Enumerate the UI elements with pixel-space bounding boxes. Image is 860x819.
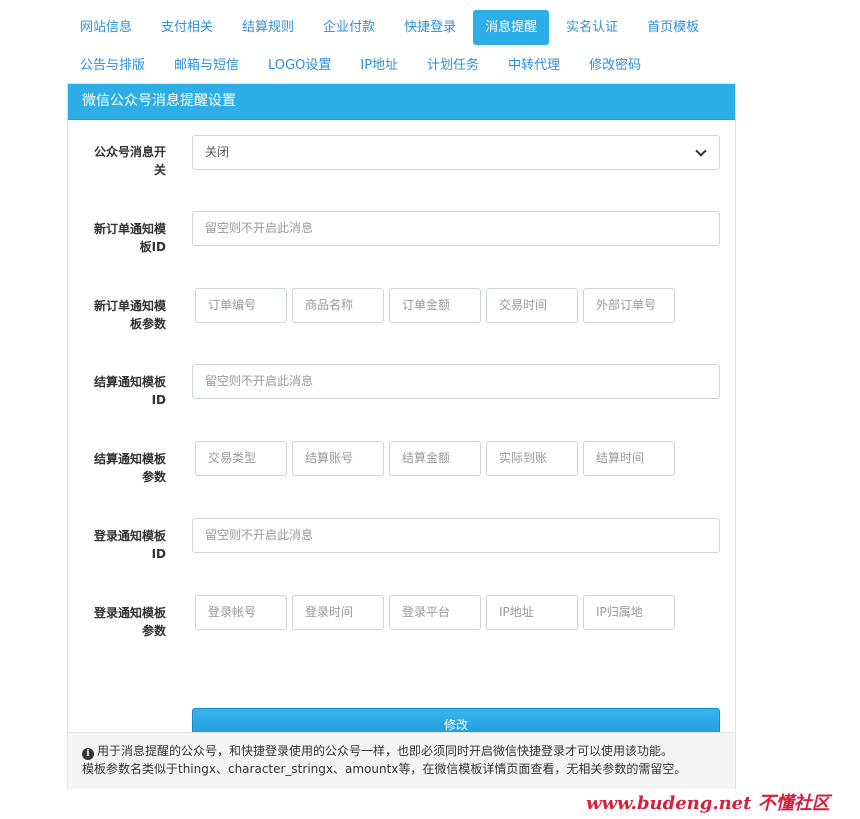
settings-nav-row-2: 公告与排版 邮箱与短信 LOGO设置 IP地址 计划任务 中转代理 修改密码 [68, 48, 738, 83]
help-note-line-2: 模板参数名类似于thingx、character_stringx、amountx… [82, 762, 687, 776]
settle-params-inputs: 交易类型 结算账号 结算金额 实际到账 结算时间 [195, 441, 680, 476]
tab-payment[interactable]: 支付相关 [149, 10, 225, 45]
settle-template-id-label: 结算通知模板 ID [93, 375, 166, 407]
settle-param-input[interactable]: 交易类型 [195, 441, 287, 476]
login-param-input[interactable]: IP地址 [486, 595, 578, 630]
order-param-input[interactable]: 订单编号 [195, 288, 287, 323]
tab-enterprise-payment[interactable]: 企业付款 [311, 10, 387, 45]
login-param-input[interactable]: 登录帐号 [195, 595, 287, 630]
tab-cron[interactable]: 计划任务 [415, 48, 491, 83]
settle-param-input[interactable]: 结算金额 [389, 441, 481, 476]
tab-change-password[interactable]: 修改密码 [577, 48, 653, 83]
order-template-id-label: 新订单通知模 板ID [93, 222, 166, 254]
login-params-inputs: 登录帐号 登录时间 登录平台 IP地址 IP归属地 [195, 595, 680, 630]
login-param-input[interactable]: 登录平台 [389, 595, 481, 630]
order-param-input[interactable]: 交易时间 [486, 288, 578, 323]
tab-real-name[interactable]: 实名认证 [554, 10, 630, 45]
tab-ip-address[interactable]: IP地址 [348, 48, 410, 83]
settle-param-input[interactable]: 结算账号 [292, 441, 384, 476]
order-param-input[interactable]: 订单金额 [389, 288, 481, 323]
login-param-input[interactable]: IP归属地 [583, 595, 675, 630]
order-params-inputs: 订单编号 商品名称 订单金额 交易时间 外部订单号 [195, 288, 680, 323]
chevron-down-icon [695, 144, 707, 157]
tab-email-sms[interactable]: 邮箱与短信 [162, 48, 251, 83]
login-template-params-label: 登录通知模板 参数 [93, 606, 166, 638]
settle-template-id-input[interactable]: 留空则不开启此消息 [192, 364, 720, 399]
settings-nav: 网站信息 支付相关 结算规则 企业付款 快捷登录 消息提醒 实名认证 首页模板 … [68, 10, 738, 86]
settle-template-params-label: 结算通知模板 参数 [93, 452, 166, 484]
login-param-input[interactable]: 登录时间 [292, 595, 384, 630]
order-param-input[interactable]: 商品名称 [292, 288, 384, 323]
tab-message-notify[interactable]: 消息提醒 [473, 10, 550, 45]
tab-settlement-rules[interactable]: 结算规则 [230, 10, 306, 45]
help-note-line-1: i 用于消息提醒的公众号，和快捷登录使用的公众号一样，也即必须同时开启微信快捷登录… [82, 742, 721, 760]
switch-select[interactable]: 关闭 [192, 135, 720, 170]
settle-param-input[interactable]: 结算时间 [583, 441, 675, 476]
tab-proxy[interactable]: 中转代理 [496, 48, 572, 83]
tab-site-info[interactable]: 网站信息 [68, 10, 144, 45]
panel-title: 微信公众号消息提醒设置 [68, 84, 735, 120]
tab-logo[interactable]: LOGO设置 [256, 48, 343, 83]
settings-panel: 微信公众号消息提醒设置 公众号消息开 关 关闭 新订单通知模 板ID 留空则不开… [67, 83, 736, 789]
switch-selected-value: 关闭 [205, 145, 230, 159]
help-note: i 用于消息提醒的公众号，和快捷登录使用的公众号一样，也即必须同时开启微信快捷登录… [68, 732, 735, 789]
settle-param-input[interactable]: 实际到账 [486, 441, 578, 476]
settings-nav-row-1: 网站信息 支付相关 结算规则 企业付款 快捷登录 消息提醒 实名认证 首页模板 [68, 10, 738, 45]
tab-announcement[interactable]: 公告与排版 [68, 48, 157, 83]
watermark-text: www.budeng.net 不懂社区 [586, 793, 830, 814]
order-param-input[interactable]: 外部订单号 [583, 288, 675, 323]
order-template-params-label: 新订单通知模 板参数 [93, 299, 166, 331]
login-template-id-input[interactable]: 留空则不开启此消息 [192, 518, 720, 553]
tab-quick-login[interactable]: 快捷登录 [392, 10, 468, 45]
order-template-id-input[interactable]: 留空则不开启此消息 [192, 211, 720, 246]
login-template-id-label: 登录通知模板 ID [93, 529, 166, 561]
tab-home-template[interactable]: 首页模板 [635, 10, 711, 45]
info-icon: i [82, 748, 94, 760]
switch-label: 公众号消息开 关 [93, 145, 166, 177]
